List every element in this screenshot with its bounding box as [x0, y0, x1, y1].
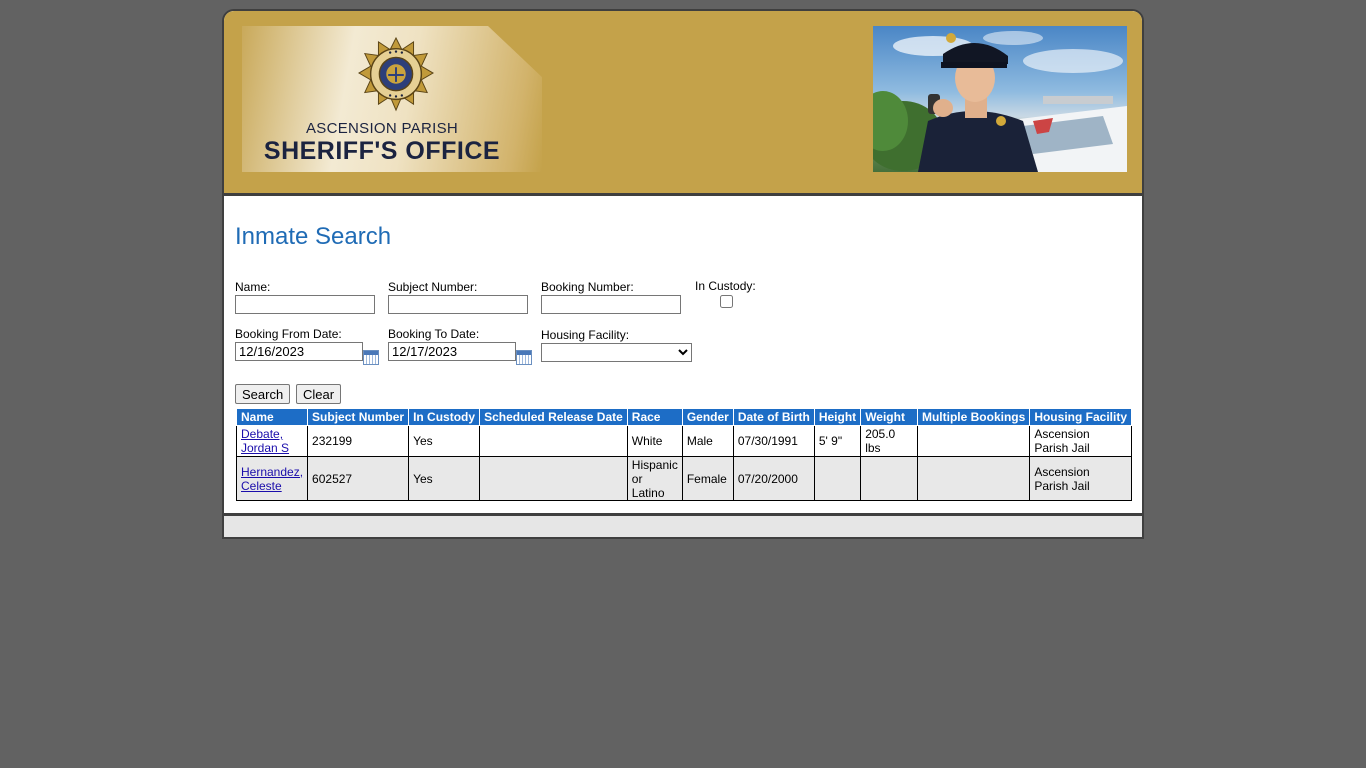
column-header: Date of Birth: [732, 408, 815, 426]
release-date-cell: [479, 425, 628, 457]
column-header: Gender: [681, 408, 734, 426]
results-table: Name Subject Number In Custody Scheduled…: [235, 408, 1132, 501]
table-row: Hernandez, Celeste 602527 Yes Hispanic or L…: [235, 456, 1132, 501]
gender-cell: Male: [681, 425, 734, 457]
org-title: SHERIFF'S OFFICE: [263, 137, 501, 165]
name-label: Name:: [235, 280, 271, 294]
name-input[interactable]: [235, 295, 375, 314]
housing-facility-field: Housing Facility:: [541, 328, 692, 362]
column-header: Subject Number: [307, 408, 410, 426]
multiple-bookings-cell: [916, 425, 1031, 457]
race-cell: White: [626, 425, 683, 457]
dob-cell: 07/30/1991: [732, 425, 815, 457]
column-header: Scheduled Release Date: [479, 408, 628, 426]
race-line: Latino: [631, 485, 665, 500]
gender-cell: Female: [681, 456, 734, 501]
name-line: Hernandez,: [241, 464, 304, 479]
page-frame: ASCENSION PARISH SHERIFF'S OFFICE Inmate…: [222, 9, 1144, 539]
height-cell: [813, 456, 862, 501]
officer-photo: [873, 26, 1127, 172]
page-title: Inmate Search: [235, 223, 392, 250]
facility-line: Parish Jail: [1034, 441, 1090, 455]
search-button[interactable]: Search: [235, 384, 291, 404]
booking-from-date-field: Booking From Date:: [235, 327, 363, 361]
booking-from-date-label: Booking From Date:: [235, 327, 342, 341]
inmate-name-link[interactable]: Debate, Jordan S: [241, 427, 289, 455]
multiple-bookings-cell: [916, 456, 1031, 501]
in-custody-label: In Custody:: [695, 279, 756, 293]
column-header: Race: [626, 408, 683, 426]
table-header-row: Name Subject Number In Custody Scheduled…: [235, 408, 1132, 426]
booking-to-date-input[interactable]: [388, 342, 516, 361]
subject-number-cell: 232199: [307, 425, 410, 457]
org-subtitle: ASCENSION PARISH: [305, 120, 459, 137]
housing-facility-cell: Ascension Parish Jail: [1029, 456, 1132, 501]
facility-line: Parish Jail: [1034, 478, 1090, 493]
name-line: Celeste: [241, 478, 282, 493]
name-cell: Hernandez, Celeste: [235, 456, 309, 501]
site-footer: [224, 513, 1142, 537]
column-header: Height: [813, 408, 862, 426]
booking-number-field: Booking Number:: [541, 280, 681, 314]
booking-from-date-input[interactable]: [235, 342, 363, 361]
name-line: Debate,: [241, 427, 284, 441]
subject-number-input[interactable]: [388, 295, 528, 314]
column-header: Multiple Bookings: [916, 408, 1031, 426]
race-cell: Hispanic or Latino: [626, 456, 683, 501]
dob-cell: 07/20/2000: [732, 456, 815, 501]
weight-cell: [860, 456, 918, 501]
site-header: ASCENSION PARISH SHERIFF'S OFFICE: [224, 11, 1142, 196]
search-content: Inmate Search Name: Subject Number: Book…: [224, 196, 1142, 513]
clear-button[interactable]: Clear: [296, 384, 342, 404]
in-custody-field: In Custody:: [695, 279, 756, 311]
column-header: Name: [235, 408, 309, 426]
to-date-calendar-icon[interactable]: [516, 350, 532, 365]
in-custody-checkbox[interactable]: [720, 295, 733, 308]
sheriff-logo[interactable]: ASCENSION PARISH SHERIFF'S OFFICE: [242, 26, 542, 172]
table-row: Debate, Jordan S 232199 Yes White Male 07…: [235, 425, 1132, 457]
from-date-calendar-icon[interactable]: [363, 350, 379, 365]
name-line: Jordan S: [241, 441, 290, 455]
column-header: In Custody: [408, 408, 481, 426]
column-header: Housing Facility: [1029, 408, 1132, 426]
booking-number-label: Booking Number:: [541, 280, 634, 294]
in-custody-cell: Yes: [408, 425, 481, 457]
housing-facility-label: Housing Facility:: [541, 328, 630, 342]
sheriff-seal-icon: [357, 36, 435, 112]
facility-line: Ascension: [1034, 464, 1090, 479]
booking-number-input[interactable]: [541, 295, 681, 314]
column-header: Weight: [860, 408, 918, 426]
in-custody-cell: Yes: [408, 456, 481, 501]
booking-to-date-field: Booking To Date:: [388, 327, 516, 361]
facility-line: Ascension: [1034, 427, 1090, 441]
subject-number-cell: 602527: [307, 456, 410, 501]
weight-cell: 205.0 lbs: [860, 425, 918, 457]
race-line: or: [631, 471, 643, 486]
booking-to-date-label: Booking To Date:: [388, 327, 480, 341]
release-date-cell: [479, 456, 628, 501]
officer-photo-image: [873, 31, 1127, 172]
name-field: Name:: [235, 280, 375, 314]
race-line: Hispanic: [631, 457, 678, 472]
housing-facility-select[interactable]: [541, 343, 692, 362]
height-cell: 5' 9": [813, 425, 862, 457]
name-cell: Debate, Jordan S: [235, 425, 309, 457]
subject-number-field: Subject Number:: [388, 280, 528, 314]
subject-number-label: Subject Number:: [388, 280, 478, 294]
inmate-name-link[interactable]: Hernandez, Celeste: [241, 465, 303, 493]
housing-facility-cell: Ascension Parish Jail: [1029, 425, 1132, 457]
